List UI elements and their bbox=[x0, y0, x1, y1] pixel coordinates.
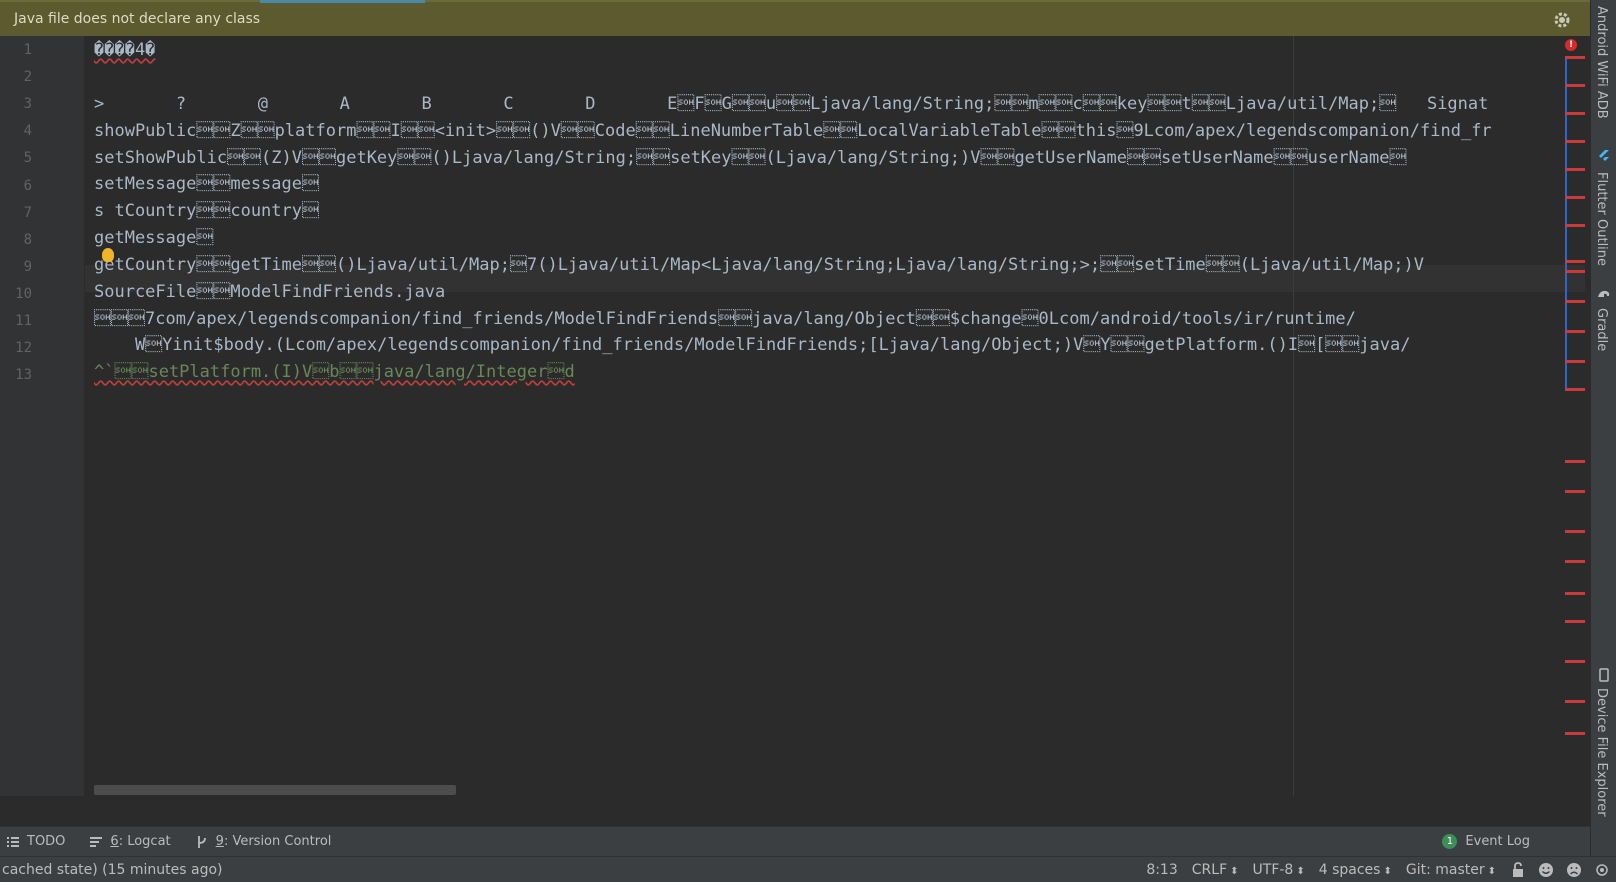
line-number: 1 bbox=[23, 42, 32, 58]
error-stripe-mark[interactable] bbox=[1565, 270, 1585, 273]
code-line-11[interactable]: 7com/apex/legendscompanion/find_frien… bbox=[94, 306, 1356, 333]
error-stripe-mark[interactable] bbox=[1565, 84, 1585, 87]
error-stripe-mark[interactable] bbox=[1565, 560, 1585, 563]
lightbulb-icon[interactable] bbox=[102, 248, 114, 262]
error-indicator-icon[interactable]: ! bbox=[1565, 39, 1577, 51]
notification-banner: Java file does not declare any class bbox=[0, 0, 1590, 36]
branch-icon bbox=[197, 835, 206, 848]
chevron-updown-icon: ⬍ bbox=[1230, 866, 1239, 877]
error-stripe-mark[interactable] bbox=[1565, 388, 1585, 391]
error-stripe-mark[interactable] bbox=[1565, 660, 1585, 663]
code-line-13[interactable]: ^`setPlatform.(I)Vbjava/lang/Intege… bbox=[94, 359, 575, 386]
gear-icon[interactable] bbox=[1552, 10, 1572, 30]
line-number: 12 bbox=[15, 340, 32, 357]
happy-face-icon[interactable] bbox=[1538, 862, 1554, 878]
banner-message: Java file does not declare any class bbox=[14, 11, 261, 27]
chevron-updown-icon: ⬍ bbox=[1296, 866, 1305, 877]
logcat-icon bbox=[90, 836, 103, 847]
inspector-icon[interactable] bbox=[1594, 862, 1610, 878]
error-stripe-mark[interactable] bbox=[1565, 592, 1585, 595]
flutter-icon bbox=[1599, 150, 1609, 161]
git-branch-value: Git: master bbox=[1405, 862, 1485, 878]
chevron-updown-icon: ⬍ bbox=[1383, 866, 1392, 877]
version-control-tab[interactable]: 9: Version Control bbox=[195, 834, 332, 849]
status-bar: cached state) (15 minutes ago) 8:13 CRLF… bbox=[0, 856, 1616, 882]
git-branch-selector[interactable]: Git: master ⬍ bbox=[1406, 862, 1496, 878]
code-line-4[interactable]: showPublicZplatformI<init>()V… bbox=[94, 118, 1492, 145]
status-message[interactable]: cached state) (15 minutes ago) bbox=[2, 862, 223, 878]
caret-position[interactable]: 8:13 bbox=[1146, 862, 1177, 878]
error-stripe-mark[interactable] bbox=[1565, 56, 1585, 59]
todo-label: TODO bbox=[27, 834, 66, 849]
todo-tab[interactable]: TODO bbox=[6, 834, 65, 849]
tool-flutter-outline[interactable]: Flutter Outline bbox=[1594, 172, 1609, 266]
lock-icon[interactable] bbox=[1510, 862, 1526, 878]
active-tab-indicator bbox=[260, 0, 425, 3]
error-stripe-mark[interactable] bbox=[1565, 700, 1585, 703]
error-stripe-mark[interactable] bbox=[1565, 168, 1585, 171]
tool-window-bar: TODO 6: Logcat 9: Version Control 1 Even… bbox=[0, 826, 1590, 856]
line-number: 13 bbox=[15, 367, 32, 384]
line-number: 7 bbox=[23, 204, 32, 221]
code-line-9[interactable]: getCountrygetTime()Ljava/util/Map;7… bbox=[94, 252, 1424, 279]
line-number: 2 bbox=[23, 69, 32, 86]
line-number: 10 bbox=[15, 285, 32, 302]
indent-selector[interactable]: 4 spaces ⬍ bbox=[1319, 862, 1392, 878]
event-log-badge: 1 bbox=[1442, 834, 1458, 849]
logcat-tab[interactable]: 6: Logcat bbox=[89, 834, 171, 849]
logcat-label: : Logcat bbox=[118, 834, 171, 849]
line-number: 6 bbox=[23, 177, 32, 194]
event-log-tab[interactable]: 1 Event Log bbox=[1442, 834, 1530, 849]
error-stripe-mark[interactable] bbox=[1565, 530, 1585, 533]
code-line-12[interactable]: WYinit$body.(Lcom/apex/legendscompanion… bbox=[94, 332, 1411, 359]
error-stripe-mark[interactable] bbox=[1565, 140, 1585, 143]
tool-device-file-explorer[interactable]: Device File Explorer bbox=[1594, 688, 1609, 817]
tool-gradle[interactable]: Gradle bbox=[1594, 308, 1609, 351]
code-line-6[interactable]: setMessagemessage bbox=[94, 171, 319, 198]
error-stripe-mark[interactable] bbox=[1565, 224, 1585, 227]
chevron-updown-icon: ⬍ bbox=[1487, 866, 1496, 877]
encoding-value: UTF-8 bbox=[1252, 862, 1294, 878]
code-line-8[interactable]: getMessage bbox=[94, 225, 213, 252]
vcs-shortcut: 9 bbox=[215, 834, 224, 849]
error-stripe-mark[interactable] bbox=[1565, 360, 1585, 363]
list-icon bbox=[7, 836, 19, 847]
line-number: 3 bbox=[23, 96, 32, 113]
scroll-position-marker bbox=[1565, 56, 1567, 388]
error-stripe-mark[interactable] bbox=[1565, 490, 1585, 493]
tool-android-wifi-adb[interactable]: Android WiFi ADB bbox=[1594, 6, 1609, 119]
error-stripe-mark[interactable] bbox=[1565, 732, 1585, 735]
code-line-1[interactable]: ����4� bbox=[94, 37, 155, 64]
horizontal-scrollbar[interactable] bbox=[94, 785, 456, 795]
code-line-3[interactable]: > ? @ A B C D EFGuLjava/lang/Strin… bbox=[94, 91, 1488, 118]
line-separator-value: CRLF bbox=[1191, 862, 1228, 878]
error-stripe-mark[interactable] bbox=[1565, 620, 1585, 623]
line-number: 8 bbox=[23, 231, 32, 248]
line-number: 9 bbox=[23, 258, 32, 275]
device-icon bbox=[1599, 668, 1609, 682]
code-line-7[interactable]: s tCountrycountry bbox=[94, 198, 319, 225]
error-stripe-mark[interactable] bbox=[1565, 196, 1585, 199]
error-stripe-mark[interactable] bbox=[1565, 112, 1585, 115]
logcat-shortcut: 6 bbox=[110, 834, 119, 849]
gradle-icon bbox=[1598, 290, 1610, 297]
code-editor[interactable]: ����4� > ? @ A B C D EFGuLjava/lan… bbox=[85, 36, 1585, 796]
sad-face-icon[interactable] bbox=[1566, 862, 1582, 878]
line-number: 5 bbox=[23, 150, 32, 167]
encoding-selector[interactable]: UTF-8 ⬍ bbox=[1253, 862, 1305, 878]
code-line-5[interactable]: setShowPublic(Z)VgetKey()Ljava/lan… bbox=[94, 145, 1407, 172]
line-number: 11 bbox=[15, 313, 32, 329]
code-line-10[interactable]: SourceFileModelFindFriends.java bbox=[94, 279, 445, 306]
ide-window: Java file does not declare any class 123… bbox=[0, 0, 1616, 882]
vcs-label: : Version Control bbox=[223, 834, 332, 849]
line-number: 4 bbox=[23, 123, 32, 140]
error-stripe-mark[interactable] bbox=[1565, 300, 1585, 303]
line-separator-selector[interactable]: CRLF ⬍ bbox=[1192, 862, 1239, 878]
error-stripe-mark[interactable] bbox=[1565, 460, 1585, 463]
indent-value: 4 spaces bbox=[1318, 862, 1381, 878]
error-stripe-mark[interactable] bbox=[1565, 330, 1585, 333]
event-log-label: Event Log bbox=[1465, 834, 1530, 849]
error-stripe-mark[interactable] bbox=[1565, 260, 1585, 263]
